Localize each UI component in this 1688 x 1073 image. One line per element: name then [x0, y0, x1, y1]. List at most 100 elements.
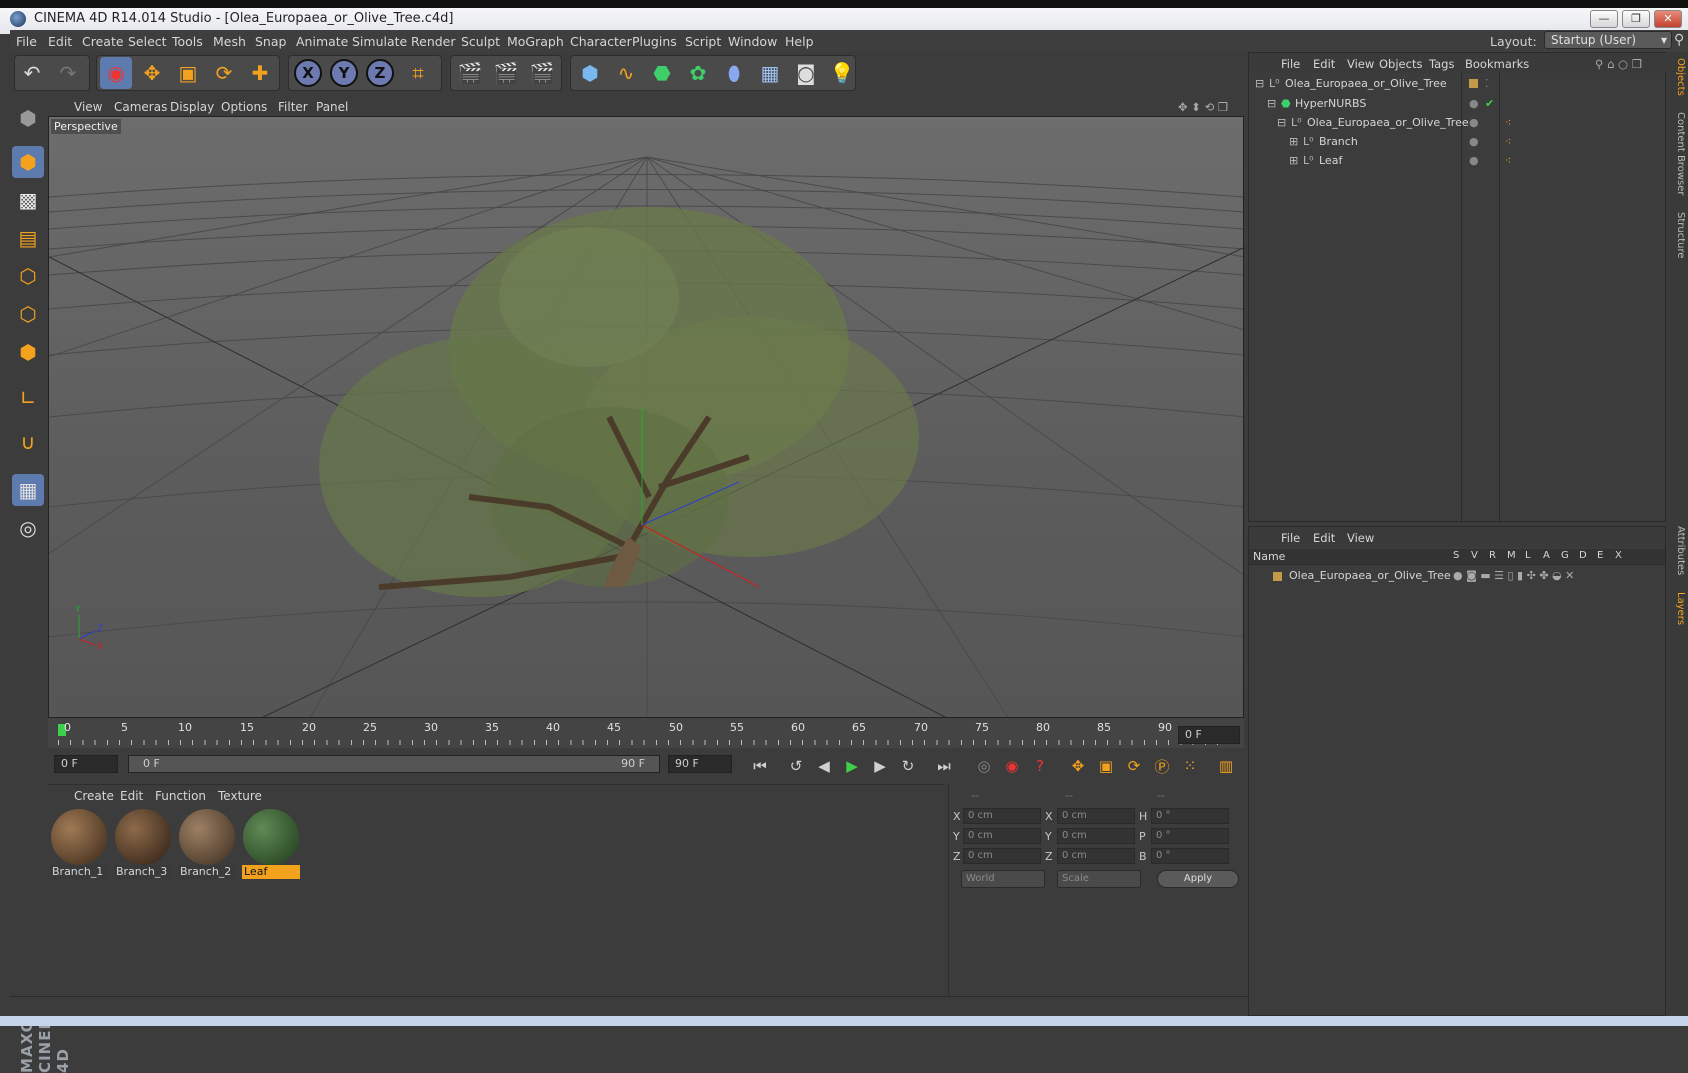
object-row[interactable]: ⊞ L⁰ Branch ● ⁖	[1249, 135, 1665, 154]
previous-keyframe-icon[interactable]: ↺	[784, 754, 808, 778]
menu-mograph[interactable]: MoGraph	[507, 34, 564, 49]
rotation-p-field[interactable]: 0 °	[1151, 828, 1229, 844]
material-swatch[interactable]: Branch_1	[50, 807, 108, 879]
layer-menu-edit[interactable]: Edit	[1313, 531, 1335, 545]
viewport-nav-icons[interactable]: ✥ ⬍ ⟲ ❐	[1178, 100, 1228, 114]
menu-edit[interactable]: Edit	[48, 34, 72, 49]
viewport-menu-cameras[interactable]: Cameras	[114, 100, 167, 114]
render-column-header[interactable]: R	[1489, 550, 1496, 561]
undo-icon[interactable]: ↶	[16, 57, 48, 89]
menu-plugins[interactable]: Plugins	[632, 34, 677, 49]
nurbs-icon[interactable]: ⬣	[646, 57, 678, 89]
expressions-column-header[interactable]: E	[1597, 550, 1603, 561]
current-frame-field[interactable]: 0 F	[1178, 726, 1240, 744]
close-button[interactable]: ✕	[1654, 10, 1682, 28]
apply-button[interactable]: Apply	[1157, 870, 1239, 888]
lock-y-axis-button[interactable]: Y	[328, 57, 360, 89]
light-icon[interactable]: 💡	[826, 57, 858, 89]
material-menu-function[interactable]: Function	[155, 789, 206, 803]
array-icon[interactable]: ✿	[682, 57, 714, 89]
axis-mode-icon[interactable]: ∟	[12, 382, 44, 414]
move-icon[interactable]: ✥	[136, 57, 168, 89]
expand-icon[interactable]: ⊞	[1289, 154, 1298, 167]
material-menu-create[interactable]: Create	[74, 789, 114, 803]
cube-icon[interactable]: ⬢	[574, 57, 606, 89]
rotation-h-field[interactable]: 0 °	[1151, 808, 1229, 824]
menu-help[interactable]: Help	[785, 34, 814, 49]
size-z-field[interactable]: 0 cm	[1057, 848, 1135, 864]
visibility-dots-icon[interactable]: ⁚	[1485, 77, 1489, 90]
edges-mode-icon[interactable]: ⬡	[12, 298, 44, 330]
layer-menu-file[interactable]: File	[1281, 531, 1300, 545]
enabled-check-icon[interactable]: ✔	[1485, 97, 1494, 110]
tab-content-browser[interactable]: Content Browser	[1668, 112, 1686, 195]
menu-create[interactable]: Create	[82, 34, 124, 49]
snap-grid-icon[interactable]: ▦	[12, 474, 44, 506]
xref-column-header[interactable]: X	[1615, 550, 1622, 561]
perspective-viewport[interactable]: Y X Z Perspective	[48, 116, 1244, 718]
material-menu-texture[interactable]: Texture	[218, 789, 262, 803]
layer-flag-icons[interactable]: ● ◙ ▬ ☰ ▯ ▮ ✣ ✤ ◒ ✕	[1453, 569, 1574, 582]
material-tag-icon[interactable]: ⁖	[1505, 116, 1511, 129]
record-parameter-icon[interactable]: Ⓟ	[1150, 754, 1174, 778]
viewport-menu-filter[interactable]: Filter	[278, 100, 308, 114]
coordinate-system-icon[interactable]: ⌗	[402, 57, 434, 89]
scale-icon[interactable]: ▣	[172, 57, 204, 89]
menu-sculpt[interactable]: Sculpt	[461, 34, 500, 49]
menu-file[interactable]: File	[16, 34, 37, 49]
frame-range-slider[interactable]: 0 F 90 F	[128, 755, 660, 773]
menu-tools[interactable]: Tools	[172, 34, 203, 49]
object-menu-file[interactable]: File	[1281, 57, 1300, 71]
layer-menu-view[interactable]: View	[1347, 531, 1374, 545]
workplane-mode-icon[interactable]: ▤	[12, 222, 44, 254]
render-view-icon[interactable]: 🎬	[454, 57, 486, 89]
add-object-icon[interactable]: ✚	[244, 57, 276, 89]
object-menu-bookmarks[interactable]: Bookmarks	[1465, 57, 1529, 71]
tab-attributes[interactable]: Attributes	[1668, 526, 1686, 575]
position-z-field[interactable]: 0 cm	[963, 848, 1041, 864]
size-y-field[interactable]: 0 cm	[1057, 828, 1135, 844]
menu-script[interactable]: Script	[685, 34, 721, 49]
end-frame-field[interactable]: 90 F	[668, 755, 732, 773]
scale-select[interactable]: Scale	[1057, 870, 1141, 888]
menu-window[interactable]: Window	[728, 34, 777, 49]
record-position-icon[interactable]: ✥	[1066, 754, 1090, 778]
make-editable-icon[interactable]: ⬢	[12, 102, 44, 134]
material-swatch[interactable]: Branch_3	[114, 807, 172, 879]
go-to-end-icon[interactable]: ⏭	[932, 754, 956, 778]
go-to-start-icon[interactable]: ⏮	[748, 754, 772, 778]
autokey-icon[interactable]: ◉	[1000, 754, 1024, 778]
material-tag-icon[interactable]: ⁖	[1505, 154, 1511, 167]
material-menu-edit[interactable]: Edit	[120, 789, 143, 803]
object-row[interactable]: ⊞ L⁰ Leaf ● ⁖	[1249, 154, 1665, 173]
timeline-window-icon[interactable]: ▥	[1214, 754, 1238, 778]
material-swatch[interactable]: Branch_2	[178, 807, 236, 879]
position-x-field[interactable]: 0 cm	[963, 808, 1041, 824]
object-menu-tags[interactable]: Tags	[1429, 57, 1454, 71]
tab-objects[interactable]: Objects	[1668, 58, 1686, 96]
expand-icon[interactable]: ⊟	[1267, 97, 1276, 110]
menu-render[interactable]: Render	[411, 34, 456, 49]
record-keys-icon[interactable]: ◎	[972, 754, 996, 778]
material-tag-icon[interactable]: ⁖	[1505, 135, 1511, 148]
layer-row[interactable]: Olea_Europaea_or_Olive_Tree ● ◙ ▬ ☰ ▯ ▮ …	[1249, 569, 1665, 588]
material-swatch[interactable]: Leaf	[242, 807, 300, 879]
visible-column-header[interactable]: V	[1471, 550, 1478, 561]
points-mode-icon[interactable]: ⬡	[12, 260, 44, 292]
object-row[interactable]: ⊟ ⬣ HyperNURBS ● ✔	[1249, 97, 1665, 116]
next-keyframe-icon[interactable]: ↻	[896, 754, 920, 778]
lock-z-axis-button[interactable]: Z	[364, 57, 396, 89]
animation-column-header[interactable]: A	[1543, 550, 1550, 561]
menu-snap[interactable]: Snap	[255, 34, 286, 49]
redo-icon[interactable]: ↷	[52, 57, 84, 89]
play-icon[interactable]: ▶	[840, 754, 864, 778]
deformer-icon[interactable]: ⬮	[718, 57, 750, 89]
search-icon[interactable]: ⚲	[1674, 32, 1684, 48]
rotate-icon[interactable]: ⟳	[208, 57, 240, 89]
render-settings-icon[interactable]: 🎬	[526, 57, 558, 89]
layer-color-swatch[interactable]	[1273, 572, 1282, 581]
object-menu-edit[interactable]: Edit	[1313, 57, 1335, 71]
keyframe-selection-icon[interactable]: ?	[1028, 754, 1052, 778]
world-select[interactable]: World	[961, 870, 1045, 888]
next-frame-icon[interactable]: ▶	[868, 754, 892, 778]
